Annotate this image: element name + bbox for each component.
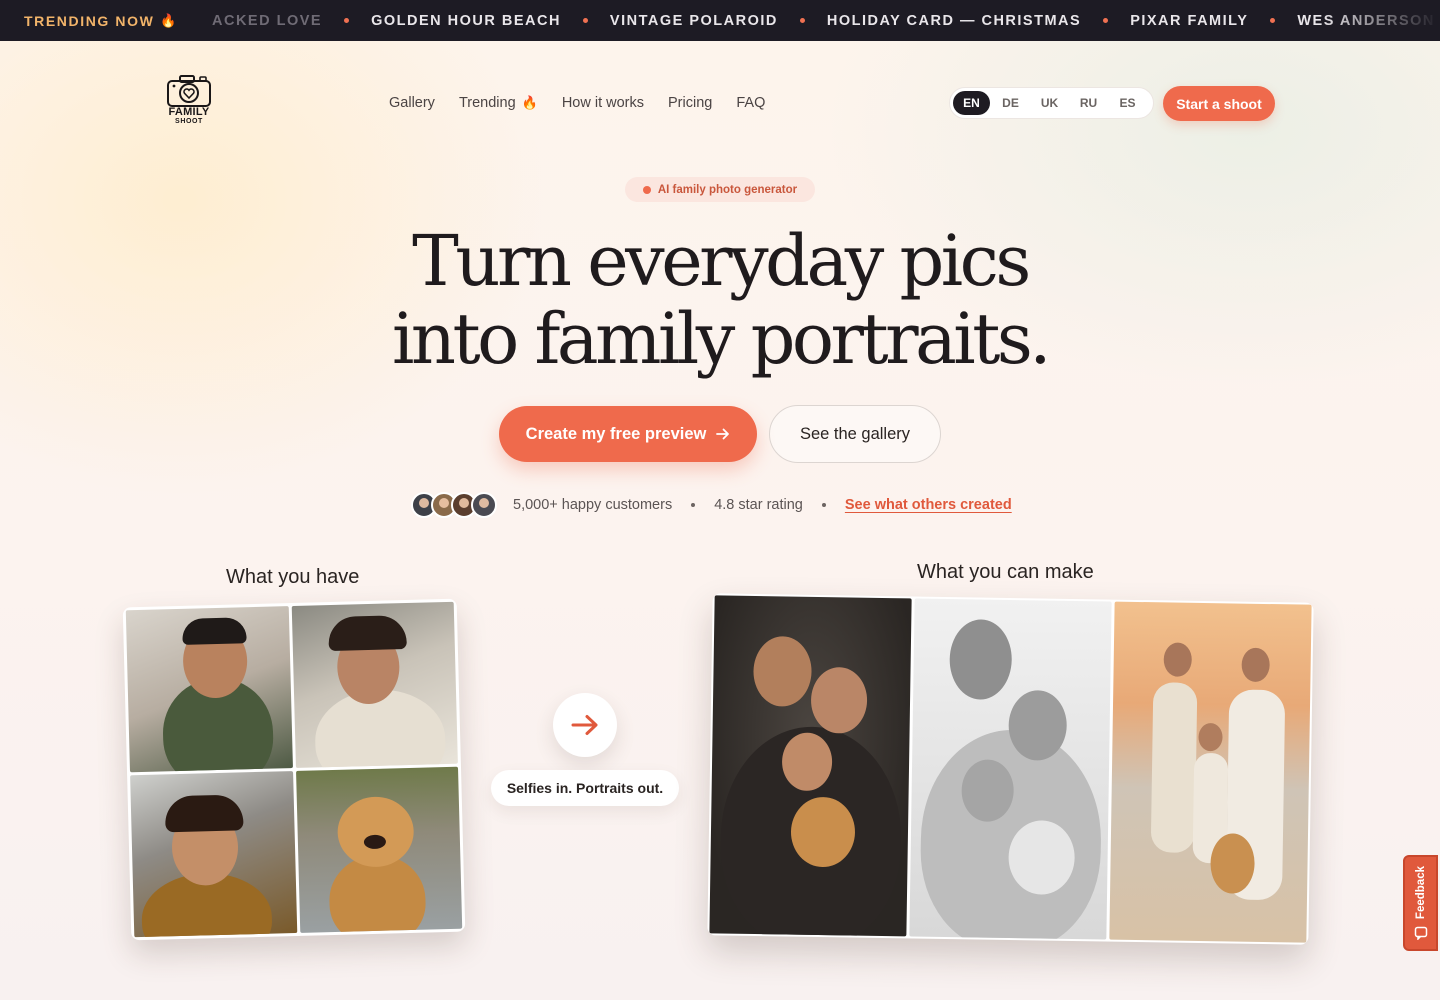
camera-heart-icon xyxy=(167,75,211,107)
feedback-label: Feedback xyxy=(1414,866,1427,920)
ticker-separator xyxy=(799,18,805,23)
transform-arrow xyxy=(553,693,617,757)
ticker-item[interactable]: GOLDEN HOUR BEACH xyxy=(371,13,561,29)
avatar xyxy=(471,492,497,518)
nav-pricing[interactable]: Pricing xyxy=(668,95,712,111)
ticker-label-text: TRENDING NOW xyxy=(24,12,155,29)
trending-ticker: ACKED LOVE GOLDEN HOUR BEACH VINTAGE POL… xyxy=(0,0,1440,41)
ticker-item[interactable]: HOLIDAY CARD — CHRISTMAS xyxy=(827,13,1081,29)
portrait-studio-color xyxy=(709,595,912,937)
logo-text: FAMILY xyxy=(168,106,210,118)
ticker-separator xyxy=(582,18,588,23)
separator-dot xyxy=(821,503,826,507)
customer-avatars xyxy=(411,492,497,518)
selfie-photo-dad xyxy=(125,606,293,773)
nav-faq[interactable]: FAQ xyxy=(736,95,765,111)
portrait-golden-hour-beach xyxy=(1109,601,1312,943)
nav-trending[interactable]: Trending 🔥 xyxy=(459,95,538,111)
transform-caption: Selfies in. Portraits out. xyxy=(491,770,679,806)
ticker-label: TRENDING NOW 🔥 xyxy=(0,0,213,41)
ticker-item[interactable]: ACKED LOVE xyxy=(212,13,322,29)
create-preview-label: Create my free preview xyxy=(525,424,707,443)
badge-dot xyxy=(642,185,651,194)
separator-dot xyxy=(691,503,696,507)
logo-subtext: SHOOT xyxy=(175,118,203,125)
feedback-icon xyxy=(1414,926,1427,940)
language-switcher: EN DE UK RU ES xyxy=(949,87,1154,119)
badge-text: AI family photo generator xyxy=(657,183,798,196)
feedback-tab[interactable]: Feedback xyxy=(1403,855,1438,951)
create-preview-button[interactable]: Create my free preview xyxy=(499,406,757,462)
arrow-right-icon xyxy=(716,428,730,440)
output-portraits-collage xyxy=(707,593,1314,945)
star-rating: 4.8 star rating xyxy=(714,497,803,513)
arrow-right-icon xyxy=(571,715,598,735)
input-selfies-collage xyxy=(122,598,466,941)
nav-how-it-works[interactable]: How it works xyxy=(562,95,644,111)
selfie-photo-dog xyxy=(295,766,463,933)
ticker-separator xyxy=(344,18,350,23)
ticker-item[interactable]: VINTAGE POLAROID xyxy=(610,13,778,29)
start-shoot-button[interactable]: Start a shoot xyxy=(1163,86,1275,121)
ticker-track: ACKED LOVE GOLDEN HOUR BEACH VINTAGE POL… xyxy=(212,0,1440,41)
ticker-item[interactable]: PIXAR FAMILY xyxy=(1130,13,1248,29)
headline-line-1: Turn everyday pics xyxy=(412,220,1031,302)
flame-icon: 🔥 xyxy=(160,12,179,28)
nav-trending-label: Trending xyxy=(458,95,516,111)
portrait-black-and-white xyxy=(909,598,1112,940)
social-proof: 5,000+ happy customers 4.8 star rating S… xyxy=(411,491,1012,519)
headline-line-2: into family portraits. xyxy=(391,298,1052,380)
ticker-separator xyxy=(1103,18,1109,23)
ticker-separator xyxy=(1270,18,1276,23)
lang-de[interactable]: DE xyxy=(992,91,1029,115)
customer-count: 5,000+ happy customers xyxy=(513,497,673,513)
lang-ru[interactable]: RU xyxy=(1070,91,1107,115)
site-logo[interactable]: FAMILY SHOOT xyxy=(163,74,215,132)
lang-en[interactable]: EN xyxy=(953,91,990,115)
lang-es[interactable]: ES xyxy=(1109,91,1146,115)
see-others-link[interactable]: See what others created xyxy=(845,497,1012,513)
selfie-photo-mom xyxy=(291,601,458,768)
lang-uk[interactable]: UK xyxy=(1031,91,1068,115)
ticker-fade xyxy=(1320,0,1440,41)
what-you-can-make-label: What you can make xyxy=(917,561,1094,583)
flame-icon: 🔥 xyxy=(521,95,538,110)
hero-headline: Turn everyday pics into family portraits… xyxy=(0,222,1440,378)
selfie-photo-son xyxy=(130,771,297,938)
see-gallery-button[interactable]: See the gallery xyxy=(769,405,941,463)
hero-badge: AI family photo generator xyxy=(625,177,815,202)
nav-gallery[interactable]: Gallery xyxy=(389,95,435,111)
main-nav: Gallery Trending 🔥 How it works Pricing F… xyxy=(389,92,789,114)
what-you-have-label: What you have xyxy=(226,566,360,588)
